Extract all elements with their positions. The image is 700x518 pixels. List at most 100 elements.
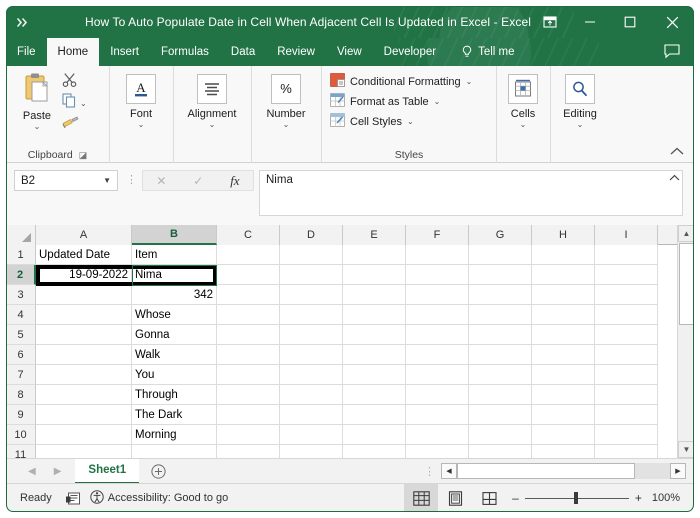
row-header-7[interactable]: 7 bbox=[6, 365, 36, 385]
conditional-formatting-button[interactable]: Conditional Formatting ⌄ bbox=[330, 73, 472, 90]
cell-B7[interactable]: You bbox=[132, 365, 217, 385]
cell-I4[interactable] bbox=[595, 305, 658, 325]
chevron-down-icon[interactable]: ⌄ bbox=[80, 100, 87, 108]
prev-sheet-icon[interactable]: ◀ bbox=[28, 466, 36, 477]
cell-H7[interactable] bbox=[532, 365, 595, 385]
cell-G6[interactable] bbox=[469, 345, 532, 365]
cell-E10[interactable] bbox=[343, 425, 406, 445]
cell-D5[interactable] bbox=[280, 325, 343, 345]
copy-icon[interactable] bbox=[62, 93, 77, 113]
cell-C2[interactable] bbox=[217, 265, 280, 285]
chevron-down-icon[interactable]: ⌄ bbox=[138, 121, 145, 129]
cell-D10[interactable] bbox=[280, 425, 343, 445]
chevron-down-icon[interactable]: ⌄ bbox=[407, 117, 414, 126]
tab-home[interactable]: Home bbox=[47, 38, 100, 66]
tab-file[interactable]: File bbox=[6, 38, 47, 66]
cell-H2[interactable] bbox=[532, 265, 595, 285]
cell-B6[interactable]: Walk bbox=[132, 345, 217, 365]
cell-B4[interactable]: Whose bbox=[132, 305, 217, 325]
cell-G4[interactable] bbox=[469, 305, 532, 325]
cell-I9[interactable] bbox=[595, 405, 658, 425]
maximize-icon[interactable] bbox=[610, 6, 650, 38]
cell-D7[interactable] bbox=[280, 365, 343, 385]
cell-E7[interactable] bbox=[343, 365, 406, 385]
cell-A1[interactable]: Updated Date bbox=[36, 245, 132, 265]
cell-H10[interactable] bbox=[532, 425, 595, 445]
cell-F3[interactable] bbox=[406, 285, 469, 305]
cell-I5[interactable] bbox=[595, 325, 658, 345]
zoom-out-button[interactable]: – bbox=[512, 491, 519, 505]
cell-A11[interactable] bbox=[36, 445, 132, 458]
cell-E2[interactable] bbox=[343, 265, 406, 285]
chevron-down-icon[interactable]: ⌄ bbox=[520, 121, 527, 129]
ribbon-display-icon[interactable] bbox=[530, 6, 570, 38]
scroll-right-icon[interactable]: ▶ bbox=[670, 463, 686, 479]
editing-button[interactable]: Editing ⌄ bbox=[551, 70, 609, 129]
cell-D6[interactable] bbox=[280, 345, 343, 365]
chevron-down-icon[interactable]: ⌄ bbox=[283, 121, 290, 129]
column-header-A[interactable]: A bbox=[36, 225, 132, 245]
cell-E11[interactable] bbox=[343, 445, 406, 458]
cell-A4[interactable] bbox=[36, 305, 132, 325]
cell-I10[interactable] bbox=[595, 425, 658, 445]
column-header-G[interactable]: G bbox=[469, 225, 532, 245]
cell-H5[interactable] bbox=[532, 325, 595, 345]
accessibility-status[interactable]: Accessibility: Good to go bbox=[80, 490, 228, 507]
cell-C3[interactable] bbox=[217, 285, 280, 305]
cell-B9[interactable]: The Dark bbox=[132, 405, 217, 425]
scroll-left-icon[interactable]: ◀ bbox=[441, 463, 457, 479]
cell-H8[interactable] bbox=[532, 385, 595, 405]
cell-H3[interactable] bbox=[532, 285, 595, 305]
cell-A8[interactable] bbox=[36, 385, 132, 405]
zoom-level-label[interactable]: 100% bbox=[652, 492, 694, 504]
scissors-icon[interactable] bbox=[62, 72, 78, 93]
cell-G8[interactable] bbox=[469, 385, 532, 405]
paste-button[interactable]: Paste ⌄ bbox=[12, 70, 62, 133]
cell-F8[interactable] bbox=[406, 385, 469, 405]
cell-A3[interactable] bbox=[36, 285, 132, 305]
cell-E8[interactable] bbox=[343, 385, 406, 405]
row-header-3[interactable]: 3 bbox=[6, 285, 36, 305]
number-button[interactable]: % Number ⌄ bbox=[252, 70, 320, 129]
column-header-C[interactable]: C bbox=[217, 225, 280, 245]
row-header-8[interactable]: 8 bbox=[6, 385, 36, 405]
vertical-scrollbar[interactable]: ▲ ▼ bbox=[677, 225, 694, 458]
chevrons-right-icon[interactable] bbox=[6, 6, 40, 38]
cancel-x-icon[interactable]: ✕ bbox=[156, 174, 166, 188]
tab-formulas[interactable]: Formulas bbox=[150, 38, 220, 66]
cell-F7[interactable] bbox=[406, 365, 469, 385]
cell-G7[interactable] bbox=[469, 365, 532, 385]
cell-I2[interactable] bbox=[595, 265, 658, 285]
row-header-11[interactable]: 11 bbox=[6, 445, 36, 458]
cell-A6[interactable] bbox=[36, 345, 132, 365]
cell-G9[interactable] bbox=[469, 405, 532, 425]
add-sheet-plus-icon[interactable] bbox=[139, 459, 177, 484]
next-sheet-icon[interactable]: ▶ bbox=[54, 466, 62, 477]
cells-button[interactable]: Cells ⌄ bbox=[497, 70, 549, 129]
formula-input[interactable]: Nima bbox=[259, 170, 683, 216]
column-header-H[interactable]: H bbox=[532, 225, 595, 245]
cell-A2[interactable]: 19-09-2022 bbox=[36, 265, 132, 285]
cell-E1[interactable] bbox=[343, 245, 406, 265]
cell-F10[interactable] bbox=[406, 425, 469, 445]
zoom-thumb[interactable] bbox=[574, 492, 578, 504]
cell-E3[interactable] bbox=[343, 285, 406, 305]
cell-H11[interactable] bbox=[532, 445, 595, 458]
collapse-ribbon-icon[interactable] bbox=[670, 146, 684, 158]
cell-H4[interactable] bbox=[532, 305, 595, 325]
horizontal-scroll-thumb[interactable] bbox=[457, 463, 635, 479]
column-header-I[interactable]: I bbox=[595, 225, 658, 245]
cell-B5[interactable]: Gonna bbox=[132, 325, 217, 345]
chevron-down-icon[interactable]: ⌄ bbox=[466, 77, 473, 86]
cell-C1[interactable] bbox=[217, 245, 280, 265]
minimize-icon[interactable] bbox=[570, 6, 610, 38]
column-header-D[interactable]: D bbox=[280, 225, 343, 245]
cell-B10[interactable]: Morning bbox=[132, 425, 217, 445]
row-header-1[interactable]: 1 bbox=[6, 245, 36, 265]
cell-I3[interactable] bbox=[595, 285, 658, 305]
row-header-4[interactable]: 4 bbox=[6, 305, 36, 325]
column-header-B[interactable]: B bbox=[132, 225, 217, 245]
cell-E5[interactable] bbox=[343, 325, 406, 345]
chevron-down-icon[interactable]: ⌄ bbox=[577, 121, 584, 129]
cell-I8[interactable] bbox=[595, 385, 658, 405]
